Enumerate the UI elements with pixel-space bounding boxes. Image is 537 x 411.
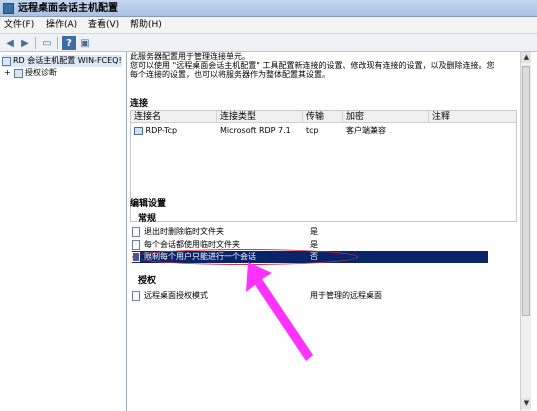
table-cell: 客户端兼容 <box>346 126 386 135</box>
scroll-thumb[interactable] <box>522 66 530 316</box>
table-header: 连接名 连接类型 传输 加密 注释 <box>131 111 516 123</box>
setting-label: 远程桌面授权模式 <box>144 291 208 300</box>
column-header[interactable]: 连接类型 <box>217 111 303 123</box>
toolbar-separator <box>57 37 58 49</box>
right-pane-edge <box>531 52 537 411</box>
menu-help[interactable]: 帮助(H) <box>128 18 164 33</box>
table-cell <box>429 125 516 137</box>
tree-item-root-label: RD 会话主机配置 WIN-FCEQ! <box>13 56 122 65</box>
setting-icon <box>132 291 140 301</box>
setting-icon <box>132 240 140 250</box>
toolbar-separator <box>35 37 36 49</box>
edit-settings-title: 编辑设置 <box>130 199 167 209</box>
tree-item-diagnostics[interactable]: + 授权诊断 <box>4 67 57 79</box>
intro-line: 您可以使用 "远程桌面会话主机配置" 工具配置新连接的设置、修改现有连接的设置，… <box>130 61 495 70</box>
connection-name: RDP-Tcp <box>145 126 178 135</box>
setting-value: 是 <box>310 240 318 249</box>
main-pane: 此服务器配置用于管理连接单元。 您可以使用 "远程桌面会话主机配置" 工具配置新… <box>128 52 520 411</box>
menu-view[interactable]: 查看(V) <box>86 18 121 33</box>
table-cell: Microsoft RDP 7.1 <box>220 126 291 135</box>
tree-item-diagnostics-label: 授权诊断 <box>25 68 57 77</box>
column-header[interactable]: 注释 <box>429 111 516 123</box>
setting-value: 用于管理的远程桌面 <box>310 291 382 300</box>
app-icon <box>3 3 14 14</box>
setting-row-delete-temp[interactable]: 退出时删除临时文件夹 是 <box>132 226 517 238</box>
forward-icon[interactable]: ▶ <box>18 36 32 50</box>
back-icon[interactable]: ◀ <box>3 36 17 50</box>
pane-icon[interactable]: ▣ <box>78 36 92 50</box>
setting-value: 是 <box>310 227 318 236</box>
diagnostics-icon <box>14 68 23 78</box>
general-group-title: 常规 <box>138 214 157 224</box>
title-bar: 远程桌面会话主机配置 <box>0 0 537 17</box>
intro-text: 此服务器配置用于管理连接单元。 您可以使用 "远程桌面会话主机配置" 工具配置新… <box>130 52 520 79</box>
menu-action[interactable]: 操作(A) <box>44 18 79 33</box>
menu-bar: 文件(F) 操作(A) 查看(V) 帮助(H) <box>0 17 537 34</box>
setting-icon <box>132 227 140 237</box>
intro-line: 每个连接的设置，也可以将服务器作为整体配置其设置。 <box>130 70 330 79</box>
setting-label: 退出时删除临时文件夹 <box>144 227 224 236</box>
window-title: 远程桌面会话主机配置 <box>18 3 118 14</box>
table-row[interactable]: RDP-Tcp Microsoft RDP 7.1 tcp 客户端兼容 <box>131 125 516 137</box>
annotation-arrow-icon <box>246 262 313 361</box>
table-cell: tcp <box>306 126 319 135</box>
vertical-scrollbar[interactable]: ▲ ▼ <box>520 52 532 411</box>
connections-table: 连接名 连接类型 传输 加密 注释 RDP-Tcp Microsoft RDP … <box>130 110 517 222</box>
menu-file[interactable]: 文件(F) <box>2 18 36 33</box>
toolbar: ◀ ▶ ▭ ? ▣ <box>0 34 537 52</box>
help-icon[interactable]: ? <box>62 36 76 50</box>
tree-pane: RD 会话主机配置 WIN-FCEQ! + 授权诊断 <box>0 52 127 411</box>
column-header[interactable]: 传输 <box>303 111 343 123</box>
console-icon[interactable]: ▭ <box>40 36 54 50</box>
column-header[interactable]: 加密 <box>343 111 429 123</box>
column-header[interactable]: 连接名 <box>131 111 217 123</box>
expand-icon[interactable]: + <box>4 67 12 79</box>
table-cell: RDP-Tcp <box>131 125 217 137</box>
tree-item-root[interactable]: RD 会话主机配置 WIN-FCEQ! <box>2 55 122 67</box>
server-icon <box>2 56 11 66</box>
connections-title: 连接 <box>130 99 149 109</box>
licensing-group-title: 授权 <box>138 276 157 286</box>
intro-line: 此服务器配置用于管理连接单元。 <box>130 52 250 61</box>
connection-icon <box>134 126 143 135</box>
setting-row-licensing-mode[interactable]: 远程桌面授权模式 用于管理的远程桌面 <box>132 290 517 302</box>
